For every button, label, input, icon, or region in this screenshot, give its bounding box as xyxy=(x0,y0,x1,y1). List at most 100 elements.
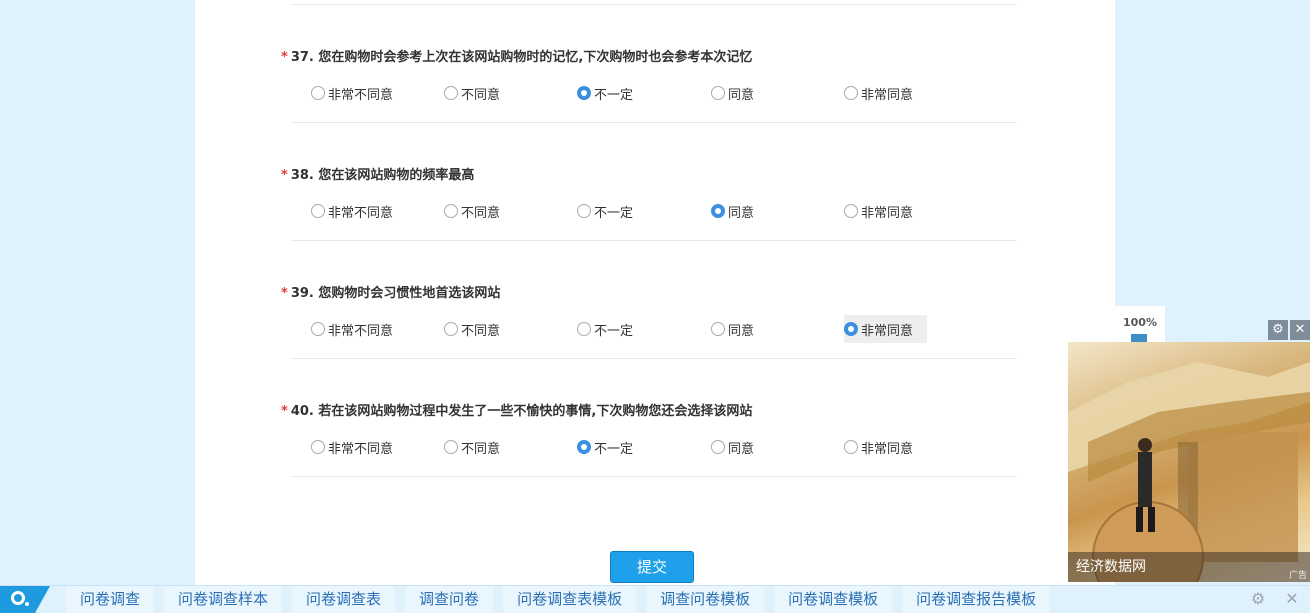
keyword-links: 问卷调查 问卷调查样本 问卷调查表 调查问卷 问卷调查表模板 调查问卷模板 问卷… xyxy=(66,586,1060,613)
option-label: 非常不同意 xyxy=(328,323,394,339)
option-strongly-disagree[interactable]: 非常不同意 xyxy=(311,318,393,340)
close-icon[interactable]: ✕ xyxy=(1283,590,1301,608)
radio-button[interactable] xyxy=(444,204,458,218)
radio-button[interactable] xyxy=(844,440,858,454)
option-label: 同意 xyxy=(728,87,755,103)
option-label: 非常同意 xyxy=(861,205,914,221)
question-title: * 40. 若在该网站购物过程中发生了一些不愉快的事情,下次购物您还会选择该网站 xyxy=(281,402,752,422)
question-text: 若在该网站购物过程中发生了一些不愉快的事情,下次购物您还会选择该网站 xyxy=(318,404,753,419)
option-label: 不同意 xyxy=(461,441,501,457)
question-number: 38. xyxy=(290,168,314,183)
radio-button[interactable] xyxy=(444,322,458,336)
option-strongly-disagree[interactable]: 非常不同意 xyxy=(311,82,393,104)
option-group: 非常不同意 不同意 不一定 同意 非常同意 xyxy=(281,200,1021,222)
keyword-link[interactable]: 问卷调查表 xyxy=(292,586,396,613)
keyword-link[interactable]: 问卷调查样本 xyxy=(164,586,283,613)
option-label: 不同意 xyxy=(461,87,501,103)
required-mark: * xyxy=(281,168,288,183)
option-strongly-disagree[interactable]: 非常不同意 xyxy=(311,200,393,222)
divider xyxy=(291,4,1017,5)
option-agree[interactable]: 同意 xyxy=(711,436,754,458)
keyword-link[interactable]: 调查问卷 xyxy=(405,586,494,613)
radio-button[interactable] xyxy=(577,322,591,336)
option-label: 不一定 xyxy=(594,441,634,457)
option-strongly-agree[interactable]: 非常同意 xyxy=(844,436,913,458)
option-agree[interactable]: 同意 xyxy=(711,318,754,340)
close-icon[interactable]: ✕ xyxy=(1290,320,1310,340)
keyword-link[interactable]: 问卷调查 xyxy=(66,586,155,613)
radio-button[interactable] xyxy=(311,86,325,100)
option-group: 非常不同意 不同意 不一定 同意 非常同意 xyxy=(281,82,1021,104)
radio-button[interactable] xyxy=(711,86,725,100)
required-mark: * xyxy=(281,50,288,65)
ad-image[interactable]: 经济数据网 广告 xyxy=(1068,342,1310,582)
option-strongly-agree[interactable]: 非常同意 xyxy=(844,82,913,104)
radio-button[interactable] xyxy=(311,204,325,218)
radio-button[interactable] xyxy=(711,322,725,336)
option-neutral[interactable]: 不一定 xyxy=(577,318,633,340)
radio-button[interactable] xyxy=(444,86,458,100)
option-neutral[interactable]: 不一定 xyxy=(577,436,633,458)
submit-button[interactable]: 提交 xyxy=(610,551,694,583)
option-label: 不同意 xyxy=(461,205,501,221)
keyword-link[interactable]: 问卷调查表模板 xyxy=(503,586,637,613)
option-label: 不一定 xyxy=(594,205,634,221)
keyword-link[interactable]: 问卷调查模板 xyxy=(774,586,893,613)
option-disagree[interactable]: 不同意 xyxy=(444,318,500,340)
divider xyxy=(291,476,1017,477)
option-label: 非常不同意 xyxy=(328,87,394,103)
radio-button[interactable] xyxy=(444,440,458,454)
divider xyxy=(291,358,1017,359)
bottom-bar: 问卷调查 问卷调查样本 问卷调查表 调查问卷 问卷调查表模板 调查问卷模板 问卷… xyxy=(0,585,1310,613)
option-neutral[interactable]: 不一定 xyxy=(577,200,633,222)
question-title: * 37. 您在购物时会参考上次在该网站购物时的记忆,下次购物时也会参考本次记忆 xyxy=(281,48,752,68)
keyword-link[interactable]: 问卷调查报告模板 xyxy=(902,586,1051,613)
question-number: 39. xyxy=(290,286,314,301)
ad-tag: 广告 xyxy=(1288,571,1307,581)
divider xyxy=(291,240,1017,241)
radio-button[interactable] xyxy=(311,440,325,454)
radio-button-checked[interactable] xyxy=(711,204,725,218)
question-40: * 40. 若在该网站购物过程中发生了一些不愉快的事情,下次购物您还会选择该网站 … xyxy=(281,402,1021,520)
question-37: * 37. 您在购物时会参考上次在该网站购物时的记忆,下次购物时也会参考本次记忆 … xyxy=(281,48,1021,166)
radio-button-checked[interactable] xyxy=(844,322,858,336)
radio-button-checked[interactable] xyxy=(577,440,591,454)
question-number: 37. xyxy=(290,50,314,65)
option-disagree[interactable]: 不同意 xyxy=(444,436,500,458)
radio-button[interactable] xyxy=(577,204,591,218)
question-number: 40. xyxy=(290,404,314,419)
required-mark: * xyxy=(281,286,288,301)
survey-page: * 37. 您在购物时会参考上次在该网站购物时的记忆,下次购物时也会参考本次记忆 … xyxy=(195,0,1115,585)
option-label: 不一定 xyxy=(594,323,634,339)
question-text: 您在购物时会参考上次在该网站购物时的记忆,下次购物时也会参考本次记忆 xyxy=(318,50,753,65)
option-group: 非常不同意 不同意 不一定 同意 非常同意 xyxy=(281,315,1021,343)
radio-button[interactable] xyxy=(844,204,858,218)
option-agree[interactable]: 同意 xyxy=(711,82,754,104)
option-label: 同意 xyxy=(728,205,755,221)
option-strongly-agree[interactable]: 非常同意 xyxy=(844,315,928,343)
radio-button[interactable] xyxy=(711,440,725,454)
option-disagree[interactable]: 不同意 xyxy=(444,200,500,222)
option-label: 非常同意 xyxy=(861,87,914,103)
option-label: 不同意 xyxy=(461,323,501,339)
option-label: 非常不同意 xyxy=(328,205,394,221)
question-39: * 39. 您购物时会习惯性地首选该网站 非常不同意 不同意 不一定 同意 非常同… xyxy=(281,284,1021,402)
keyword-link[interactable]: 调查问卷模板 xyxy=(646,586,765,613)
question-title: * 38. 您在该网站购物的频率最高 xyxy=(281,166,474,186)
radio-button-checked[interactable] xyxy=(577,86,591,100)
search-logo-icon[interactable] xyxy=(0,586,50,613)
option-neutral[interactable]: 不一定 xyxy=(577,82,633,104)
gear-icon[interactable]: ⚙ xyxy=(1268,320,1288,340)
option-disagree[interactable]: 不同意 xyxy=(444,82,500,104)
radio-button[interactable] xyxy=(844,86,858,100)
option-label: 非常同意 xyxy=(861,323,914,339)
gear-icon[interactable]: ⚙ xyxy=(1249,590,1267,608)
ad-illustration xyxy=(1068,362,1310,582)
option-strongly-disagree[interactable]: 非常不同意 xyxy=(311,436,393,458)
option-strongly-agree[interactable]: 非常同意 xyxy=(844,200,913,222)
option-agree[interactable]: 同意 xyxy=(711,200,754,222)
option-group: 非常不同意 不同意 不一定 同意 非常同意 xyxy=(281,436,1021,458)
option-label: 同意 xyxy=(728,441,755,457)
ad-caption[interactable]: 经济数据网 xyxy=(1068,552,1310,582)
radio-button[interactable] xyxy=(311,322,325,336)
